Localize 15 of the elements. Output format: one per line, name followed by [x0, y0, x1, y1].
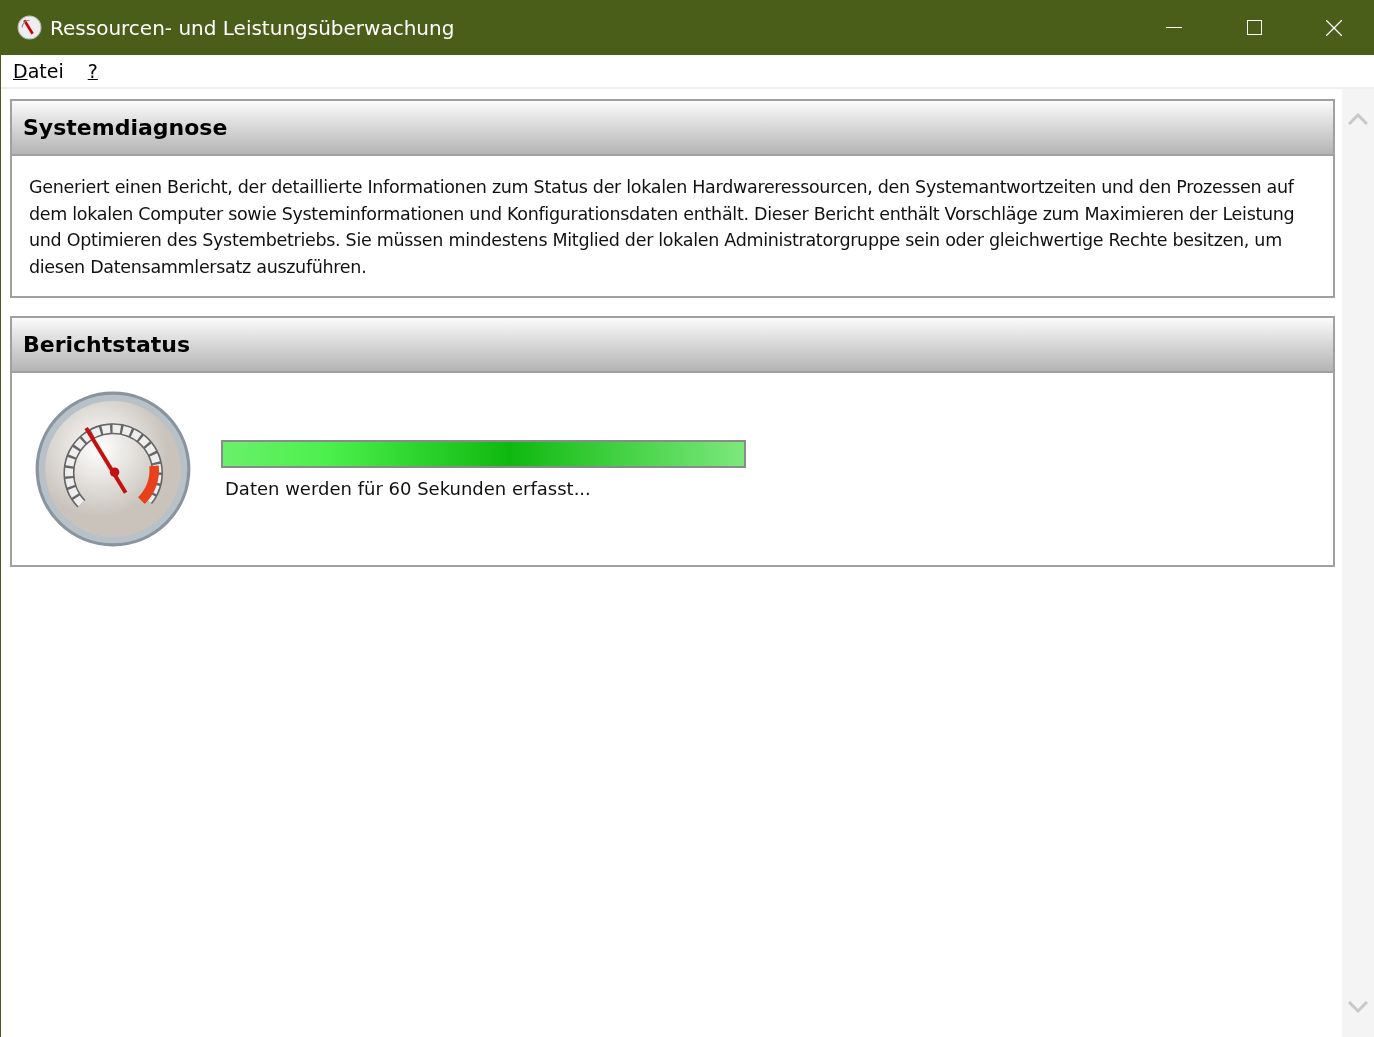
maximize-icon: [1246, 20, 1262, 35]
minimize-icon: [1166, 26, 1182, 29]
menu-item[interactable]: ?: [81, 56, 104, 86]
window-title: Ressourcen- und Leistungsüberwachung: [50, 14, 455, 42]
section-title: Berichtstatus: [23, 331, 191, 359]
scroll-down-icon[interactable]: [1348, 1001, 1368, 1013]
description-text: Generiert einen Bericht, der detaillierte Informationen zum Status der lokalen Hardwareressourcen, den Systemantwortzeiten und den Prozessen auf dem lokalen Computer sowie Systeminformationen und Konfigurationsdaten enthält. Dieser Bericht enthält Vorschläge zum Maximieren der Leistung und Optimieren des Systembetriebs. Sie müssen mindestens Mitglied der lokalen Administratorgruppe sein oder gleichwertige Rechte besitzen, um diesen Datensammlersatz auszuführen.: [28, 176, 1296, 279]
app-gauge-icon: [17, 15, 42, 40]
scrollbar[interactable]: [1342, 89, 1374, 1037]
close-icon: [1326, 19, 1342, 36]
menu-item[interactable]: Datei: [7, 56, 70, 86]
gauge-icon: [34, 390, 192, 548]
status-text: Daten werden für 60 Sekunden erfasst...: [225, 477, 592, 501]
section-title: Systemdiagnose: [23, 114, 228, 142]
scroll-up-icon[interactable]: [1348, 113, 1368, 125]
